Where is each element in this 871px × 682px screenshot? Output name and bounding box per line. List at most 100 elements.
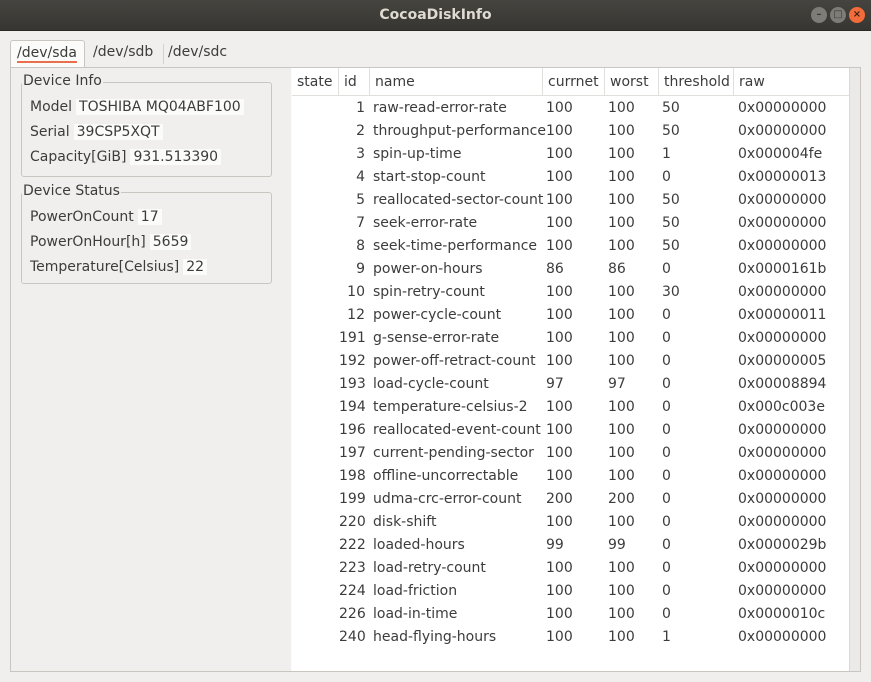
power-on-count-value: 17 — [137, 209, 162, 225]
cell-raw: 0x0000161b — [738, 261, 827, 277]
table-row[interactable]: 193 load-cycle-count 97 97 0 0x00008894 — [292, 373, 849, 396]
cell-name: load-retry-count — [373, 560, 486, 576]
column-header-name[interactable]: name — [370, 68, 543, 96]
cell-worst: 100 — [608, 422, 635, 438]
table-row[interactable]: 240 head-flying-hours 100 100 1 0x00000000 — [292, 626, 849, 649]
cell-name: spin-up-time — [373, 146, 462, 162]
table-row[interactable]: 226 load-in-time 100 100 0 0x0000010c — [292, 603, 849, 626]
cell-name: current-pending-sector — [373, 445, 534, 461]
cell-current: 100 — [546, 399, 573, 415]
temperature-row: Temperature[Celsius] 22 — [30, 257, 208, 277]
cell-current: 200 — [546, 491, 573, 507]
smart-attributes-table[interactable]: state id name currnet worst threshold ra… — [292, 68, 849, 671]
column-header-current[interactable]: currnet — [543, 68, 605, 96]
cell-raw: 0x000004fe — [738, 146, 823, 162]
table-row[interactable]: 3 spin-up-time 100 100 1 0x000004fe — [292, 143, 849, 166]
minimize-button[interactable]: – — [811, 7, 827, 23]
table-row[interactable]: 224 load-friction 100 100 0 0x00000000 — [292, 580, 849, 603]
table-row[interactable]: 8 seek-time-performance 100 100 50 0x00000000 — [292, 235, 849, 258]
cell-name: reallocated-sector-count — [373, 192, 544, 208]
table-row[interactable]: 197 current-pending-sector 100 100 0 0x000000… — [292, 442, 849, 465]
cell-threshold: 50 — [662, 192, 680, 208]
cell-threshold: 0 — [662, 353, 671, 369]
table-row[interactable]: 4 start-stop-count 100 100 0 0x00000013 — [292, 166, 849, 189]
tab-dev-sda[interactable]: /dev/sda — [10, 40, 85, 67]
device-panel: Device Info Model TOSHIBA MQ04ABF100 Seri… — [11, 68, 291, 671]
cell-worst: 100 — [608, 123, 635, 139]
table-row[interactable]: 2 throughput-performance 100 100 50 0x0000000… — [292, 120, 849, 143]
table-row[interactable]: 10 spin-retry-count 100 100 30 0x00000000 — [292, 281, 849, 304]
cell-id: 2 — [356, 123, 365, 139]
table-row[interactable]: 194 temperature-celsius-2 100 100 0 0x000c003… — [292, 396, 849, 419]
column-header-id[interactable]: id — [339, 68, 370, 96]
serial-label: Serial — [30, 124, 70, 140]
table-row[interactable]: 192 power-off-retract-count 100 100 0 0x00000… — [292, 350, 849, 373]
cell-worst: 100 — [608, 629, 635, 645]
capacity-row: Capacity[GiB] 931.513390 — [30, 147, 222, 167]
cell-id: 8 — [356, 238, 365, 254]
cell-raw: 0x00000013 — [738, 169, 827, 185]
title-bar[interactable]: CocoaDiskInfo – □ × — [0, 0, 871, 31]
table-row[interactable]: 1 raw-read-error-rate 100 100 50 0x00000000 — [292, 97, 849, 120]
cell-current: 100 — [546, 215, 573, 231]
cell-raw: 0x00000000 — [738, 583, 827, 599]
cell-id: 10 — [347, 284, 365, 300]
cell-threshold: 0 — [662, 491, 671, 507]
cell-threshold: 0 — [662, 606, 671, 622]
column-header-threshold[interactable]: threshold — [659, 68, 734, 96]
cell-raw: 0x00000000 — [738, 284, 827, 300]
cell-worst: 100 — [608, 307, 635, 323]
cell-threshold: 0 — [662, 445, 671, 461]
column-header-worst[interactable]: worst — [605, 68, 659, 96]
table-row[interactable]: 7 seek-error-rate 100 100 50 0x00000000 — [292, 212, 849, 235]
cell-worst: 100 — [608, 583, 635, 599]
table-row[interactable]: 196 reallocated-event-count 100 100 0 0x00000… — [292, 419, 849, 442]
column-header-raw[interactable]: raw — [734, 68, 849, 96]
cell-raw: 0x00000000 — [738, 192, 827, 208]
cell-raw: 0x00000000 — [738, 514, 827, 530]
serial-value: 39CSP5XQT — [73, 124, 163, 140]
power-on-hour-label: PowerOnHour[h] — [30, 234, 146, 250]
cell-name: power-off-retract-count — [373, 353, 536, 369]
cell-current: 100 — [546, 238, 573, 254]
tab-content: Device Info Model TOSHIBA MQ04ABF100 Seri… — [10, 67, 861, 672]
table-row[interactable]: 222 loaded-hours 99 99 0 0x0000029b — [292, 534, 849, 557]
device-status-frame: Device Status PowerOnCount 17 PowerOnHour… — [21, 183, 272, 284]
table-row[interactable]: 12 power-cycle-count 100 100 0 0x00000011 — [292, 304, 849, 327]
table-row[interactable]: 199 udma-crc-error-count 200 200 0 0x00000000 — [292, 488, 849, 511]
cell-threshold: 0 — [662, 537, 671, 553]
cell-current: 100 — [546, 353, 573, 369]
table-row[interactable]: 198 offline-uncorrectable 100 100 0 0x0000000… — [292, 465, 849, 488]
vertical-scrollbar[interactable] — [849, 68, 860, 671]
close-button[interactable]: × — [849, 7, 865, 23]
close-icon: × — [852, 9, 862, 20]
cell-threshold: 0 — [662, 307, 671, 323]
cell-raw: 0x00000011 — [738, 307, 827, 323]
table-row[interactable]: 5 reallocated-sector-count 100 100 50 0x00000… — [292, 189, 849, 212]
cell-id: 12 — [347, 307, 365, 323]
cell-id: 9 — [356, 261, 365, 277]
table-row[interactable]: 220 disk-shift 100 100 0 0x00000000 — [292, 511, 849, 534]
cell-current: 97 — [546, 376, 564, 392]
cell-raw: 0x00008894 — [738, 376, 827, 392]
cell-worst: 100 — [608, 330, 635, 346]
cell-current: 100 — [546, 192, 573, 208]
cell-id: 222 — [339, 537, 366, 553]
device-info-frame: Device Info Model TOSHIBA MQ04ABF100 Seri… — [21, 73, 272, 177]
table-row[interactable]: 191 g-sense-error-rate 100 100 0 0x00000000 — [292, 327, 849, 350]
power-on-count-label: PowerOnCount — [30, 209, 134, 225]
table-row[interactable]: 223 load-retry-count 100 100 0 0x00000000 — [292, 557, 849, 580]
cell-id: 223 — [339, 560, 366, 576]
tab-dev-sdc[interactable]: /dev/sdc — [162, 40, 238, 67]
tab-dev-sdb[interactable]: /dev/sdb — [87, 40, 163, 67]
maximize-button[interactable]: □ — [830, 7, 846, 23]
cell-threshold: 50 — [662, 238, 680, 254]
cell-name: spin-retry-count — [373, 284, 485, 300]
table-row[interactable]: 9 power-on-hours 86 86 0 0x0000161b — [292, 258, 849, 281]
column-header-state[interactable]: state — [292, 68, 339, 96]
cell-id: 5 — [356, 192, 365, 208]
cell-raw: 0x000c003e — [738, 399, 825, 415]
cell-name: power-on-hours — [373, 261, 483, 277]
cell-id: 192 — [339, 353, 366, 369]
cell-name: offline-uncorrectable — [373, 468, 519, 484]
